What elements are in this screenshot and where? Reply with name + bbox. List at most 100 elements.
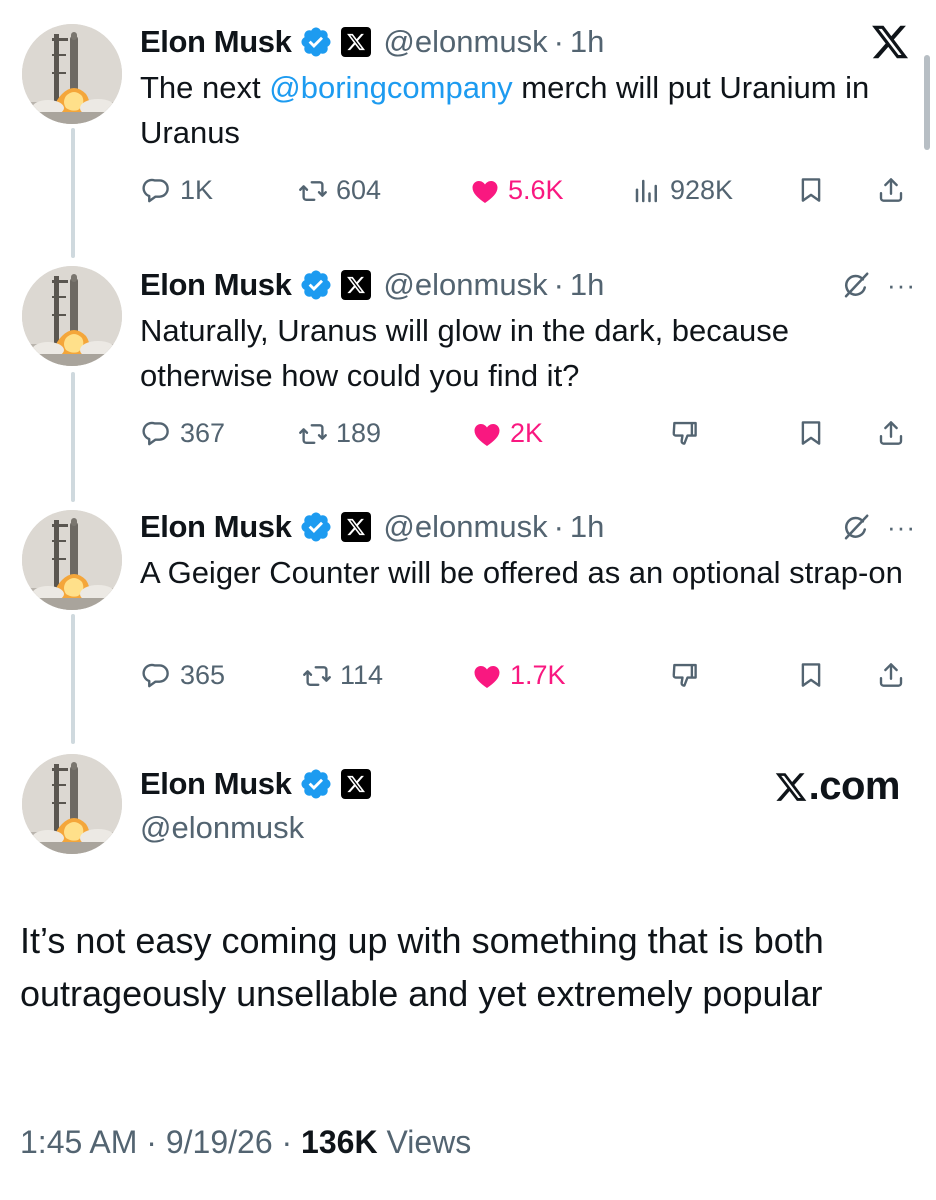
- repost-icon: [302, 661, 332, 691]
- avatar[interactable]: [22, 24, 122, 124]
- x-affiliate-badge: [341, 512, 372, 542]
- reply-button[interactable]: 367: [142, 418, 225, 449]
- thread-line: [71, 614, 75, 744]
- thread-tweet[interactable]: Elon Musk @elonmusk · 1h The next @borin…: [140, 20, 916, 230]
- separator-dot: ·: [553, 267, 564, 302]
- heart-icon: [470, 176, 500, 206]
- bookmark-button[interactable]: [796, 418, 826, 448]
- separator-dot: ·: [553, 509, 564, 544]
- tweet-text: A Geiger Counter will be offered as an o…: [140, 555, 903, 590]
- bookmark-icon: [796, 418, 826, 448]
- dislike-button[interactable]: [670, 660, 700, 690]
- separator-dot: ·: [146, 1124, 157, 1160]
- repost-count: 114: [340, 660, 384, 690]
- reply-count: 365: [180, 660, 226, 690]
- dislike-icon: [670, 660, 700, 690]
- handle-row: @elonmusk: [140, 806, 916, 850]
- like-button[interactable]: 5.6K: [470, 175, 564, 206]
- tweet-time[interactable]: 1h: [570, 267, 604, 303]
- verified-icon: [299, 268, 333, 302]
- views-label: Views: [386, 1124, 472, 1160]
- author-name[interactable]: Elon Musk: [140, 267, 292, 303]
- author-name[interactable]: Elon Musk: [140, 509, 292, 545]
- grok-icon[interactable]: [841, 512, 871, 542]
- thread-tweet[interactable]: Elon Musk @elonmusk · 1h ··· Naturally, …: [140, 263, 916, 473]
- more-icon[interactable]: ···: [887, 272, 916, 298]
- tweet-text: Naturally, Uranus will glow in the dark,…: [140, 313, 790, 393]
- reply-icon: [142, 419, 172, 449]
- author-handle[interactable]: @elonmusk: [383, 267, 547, 303]
- reply-icon: [142, 176, 172, 206]
- tweet-text: The next @boringcompany merch will put U…: [140, 65, 916, 155]
- share-button[interactable]: [876, 175, 906, 205]
- scrollbar[interactable]: [924, 55, 930, 150]
- reply-count: 1K: [180, 175, 214, 205]
- author-handle[interactable]: @elonmusk: [383, 509, 547, 545]
- tweet-meta: 1:45 AM · 9/19/26 · 136K Views: [20, 1124, 471, 1161]
- repost-button[interactable]: 114: [302, 660, 383, 691]
- post-date[interactable]: 9/19/26: [166, 1124, 273, 1160]
- share-button[interactable]: [876, 660, 906, 690]
- post-time[interactable]: 1:45 AM: [20, 1124, 137, 1160]
- bookmark-icon: [796, 660, 826, 690]
- tweet-header: Elon Musk @elonmusk · 1h: [140, 20, 916, 64]
- repost-button[interactable]: 604: [298, 175, 381, 206]
- repost-count: 604: [336, 175, 382, 205]
- views-button[interactable]: 928K: [632, 175, 733, 206]
- author-handle[interactable]: @elonmusk: [383, 24, 547, 60]
- action-bar: 367 189 2K: [140, 418, 916, 458]
- share-button[interactable]: [876, 418, 906, 448]
- bookmark-icon: [796, 175, 826, 205]
- share-icon: [876, 418, 906, 448]
- author-name[interactable]: Elon Musk: [140, 24, 292, 60]
- thread-tweet[interactable]: Elon Musk @elonmusk · 1h ··· A Geiger Co…: [140, 505, 916, 715]
- views-icon: [632, 176, 662, 206]
- thread-line: [71, 128, 75, 258]
- x-affiliate-badge: [341, 769, 372, 799]
- like-count: 2K: [510, 418, 544, 448]
- views-count: 136K: [301, 1124, 378, 1160]
- like-button[interactable]: 1.7K: [472, 660, 566, 691]
- x-affiliate-badge: [341, 270, 372, 300]
- x-logo-icon: [346, 517, 366, 537]
- avatar[interactable]: [22, 510, 122, 610]
- share-icon: [876, 660, 906, 690]
- tweet-time[interactable]: 1h: [570, 509, 604, 545]
- tweet-text-part: The next: [140, 70, 270, 105]
- like-button[interactable]: 2K: [472, 418, 543, 449]
- dislike-button[interactable]: [670, 418, 700, 448]
- author-name[interactable]: Elon Musk: [140, 766, 292, 802]
- mention-link[interactable]: @boringcompany: [269, 70, 512, 105]
- author-handle[interactable]: @elonmusk: [140, 810, 304, 846]
- reply-button[interactable]: 1K: [142, 175, 213, 206]
- heart-icon: [472, 419, 502, 449]
- grok-icon[interactable]: [841, 270, 871, 300]
- thread-line: [71, 372, 75, 502]
- avatar[interactable]: [22, 266, 122, 366]
- more-icon[interactable]: ···: [887, 514, 916, 540]
- x-logo-icon: [346, 275, 366, 295]
- reply-count: 367: [180, 418, 226, 448]
- bookmark-button[interactable]: [796, 660, 826, 690]
- x-affiliate-badge: [341, 27, 372, 57]
- tweet-header: Elon Musk @elonmusk · 1h: [140, 263, 916, 307]
- separator-dot: ·: [281, 1124, 293, 1160]
- bookmark-button[interactable]: [796, 175, 826, 205]
- site-label: .com: [808, 764, 901, 808]
- dislike-icon: [670, 418, 700, 448]
- heart-icon: [472, 661, 502, 691]
- like-count: 5.6K: [508, 175, 564, 205]
- tweet-time[interactable]: 1h: [570, 24, 604, 60]
- repost-button[interactable]: 189: [298, 418, 381, 449]
- separator-dot: ·: [553, 24, 564, 59]
- tweet-header-actions: ···: [841, 263, 916, 307]
- x-logo-icon: [774, 770, 808, 804]
- action-bar: 365 114 1.7K: [140, 660, 916, 700]
- repost-icon: [298, 176, 328, 206]
- avatar[interactable]: [22, 754, 122, 854]
- repost-count: 189: [336, 418, 382, 448]
- x-logo-icon: [346, 32, 366, 52]
- like-count: 1.7K: [510, 660, 566, 690]
- tweet-header: Elon Musk @elonmusk · 1h: [140, 505, 916, 549]
- reply-button[interactable]: 365: [142, 660, 225, 691]
